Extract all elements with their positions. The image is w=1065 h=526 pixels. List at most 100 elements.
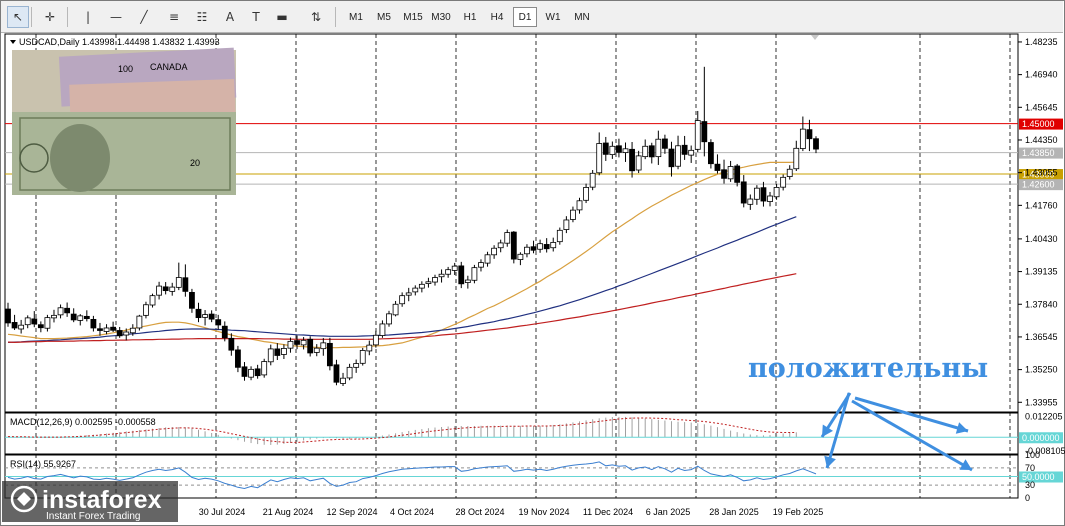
candle-body — [175, 277, 182, 288]
macd-label: MACD(12,26,9) 0.002595 -0.000558 — [10, 417, 156, 427]
candle-body — [550, 242, 557, 249]
candle-body — [254, 368, 261, 377]
candle-body — [110, 326, 117, 331]
candle-body — [707, 142, 714, 165]
candle-body — [379, 323, 386, 336]
candle-body — [248, 368, 254, 378]
candle-body — [767, 195, 773, 202]
candle-body — [320, 342, 327, 350]
candle-body — [162, 286, 169, 292]
candle-body — [261, 361, 268, 376]
candle-body — [753, 187, 760, 200]
price-level-label: 1.43850 — [1022, 148, 1055, 158]
candle-body — [806, 129, 813, 140]
candle-body — [202, 314, 208, 318]
candle-body — [451, 265, 458, 271]
usdcad-daily-chart[interactable]: 1.450001.438501.430001.426001.482351.469… — [0, 0, 1065, 526]
candle-body — [727, 166, 734, 180]
candle-body — [773, 187, 780, 198]
candle-body — [570, 209, 576, 220]
candle-body — [786, 168, 793, 177]
candle-body — [90, 318, 97, 329]
time-axis-label: 11 Dec 2024 — [583, 507, 633, 517]
candle-body — [11, 322, 18, 329]
candle-body — [609, 145, 616, 156]
candle-body — [655, 138, 662, 158]
candle-body — [169, 286, 176, 292]
price-axis-label: 1.44350 — [1025, 135, 1058, 145]
banknote-denomination-20: 20 — [190, 158, 200, 168]
candle-body — [116, 330, 123, 337]
price-axis-label: 1.43055 — [1025, 168, 1058, 178]
candle-body — [537, 243, 543, 250]
price-axis-label: 1.36545 — [1025, 332, 1058, 342]
banknote-country-label: CANADA — [150, 62, 188, 72]
candle-body — [675, 145, 681, 167]
candle-body — [399, 295, 406, 305]
candle-body — [405, 292, 412, 296]
candle-body — [504, 232, 511, 244]
price-axis-label: 1.46940 — [1025, 70, 1058, 80]
candle-body — [589, 172, 596, 188]
candle-body — [688, 149, 695, 156]
candle-body — [596, 143, 603, 174]
candle-body — [182, 277, 189, 292]
us-banknote — [12, 112, 236, 195]
candle-body — [228, 337, 235, 351]
rsi-axis-label: 100 — [1025, 450, 1040, 460]
price-level-label: 1.42600 — [1022, 180, 1055, 190]
candle-body — [635, 155, 642, 171]
candle-body — [478, 262, 484, 268]
candle-body — [353, 363, 360, 368]
candle-body — [458, 265, 465, 285]
candle-body — [149, 295, 156, 306]
candle-body — [524, 246, 530, 255]
candle-body — [576, 200, 583, 211]
price-axis-label: 1.45645 — [1025, 102, 1058, 112]
candle-body — [18, 324, 25, 330]
candle-body — [530, 246, 537, 251]
candle-body — [156, 285, 162, 296]
candle-body — [70, 313, 77, 321]
time-axis-label: 19 Feb 2025 — [773, 507, 824, 517]
price-axis-label: 1.41760 — [1025, 200, 1058, 210]
time-axis-label: 30 Jul 2024 — [199, 507, 246, 517]
time-axis-label: 6 Jan 2025 — [646, 507, 691, 517]
candle-body — [813, 138, 819, 150]
time-axis-label: 28 Jan 2025 — [709, 507, 759, 517]
candle-body — [235, 349, 241, 368]
candle-body — [616, 145, 622, 153]
candle-body — [208, 313, 215, 320]
candle-body — [97, 328, 103, 331]
candle-body — [37, 324, 44, 329]
candle-body — [359, 350, 366, 364]
candle-body — [642, 145, 649, 158]
candle-body — [648, 145, 655, 158]
candle-body — [793, 147, 800, 170]
candle-body — [412, 287, 419, 293]
candle-body — [83, 315, 90, 320]
candle-body — [484, 254, 491, 264]
price-axis-label: 1.33955 — [1025, 397, 1058, 407]
banknote-denomination-100: 100 — [118, 64, 133, 74]
candle-body — [123, 331, 130, 336]
candle-body — [267, 348, 274, 363]
candle-body — [64, 307, 71, 314]
candle-body — [747, 198, 754, 205]
candle-body — [556, 229, 563, 243]
candle-body — [662, 138, 668, 149]
rsi-label: RSI(14) 55.9267 — [10, 459, 76, 469]
candle-body — [432, 277, 438, 283]
candle-body — [366, 344, 373, 352]
candle-body — [701, 121, 708, 143]
candle-body — [543, 244, 550, 250]
candle-body — [274, 348, 281, 356]
logo-tagline: Instant Forex Trading — [46, 511, 141, 522]
candle-body — [326, 342, 333, 367]
candle-body — [464, 279, 471, 283]
symbol-caption: USDCAD,Daily 1.43998 1.44498 1.43832 1.4… — [19, 37, 220, 47]
candle-body — [215, 319, 222, 326]
candle-body — [307, 338, 314, 354]
candle-body — [294, 340, 300, 345]
candle-body — [799, 128, 806, 149]
